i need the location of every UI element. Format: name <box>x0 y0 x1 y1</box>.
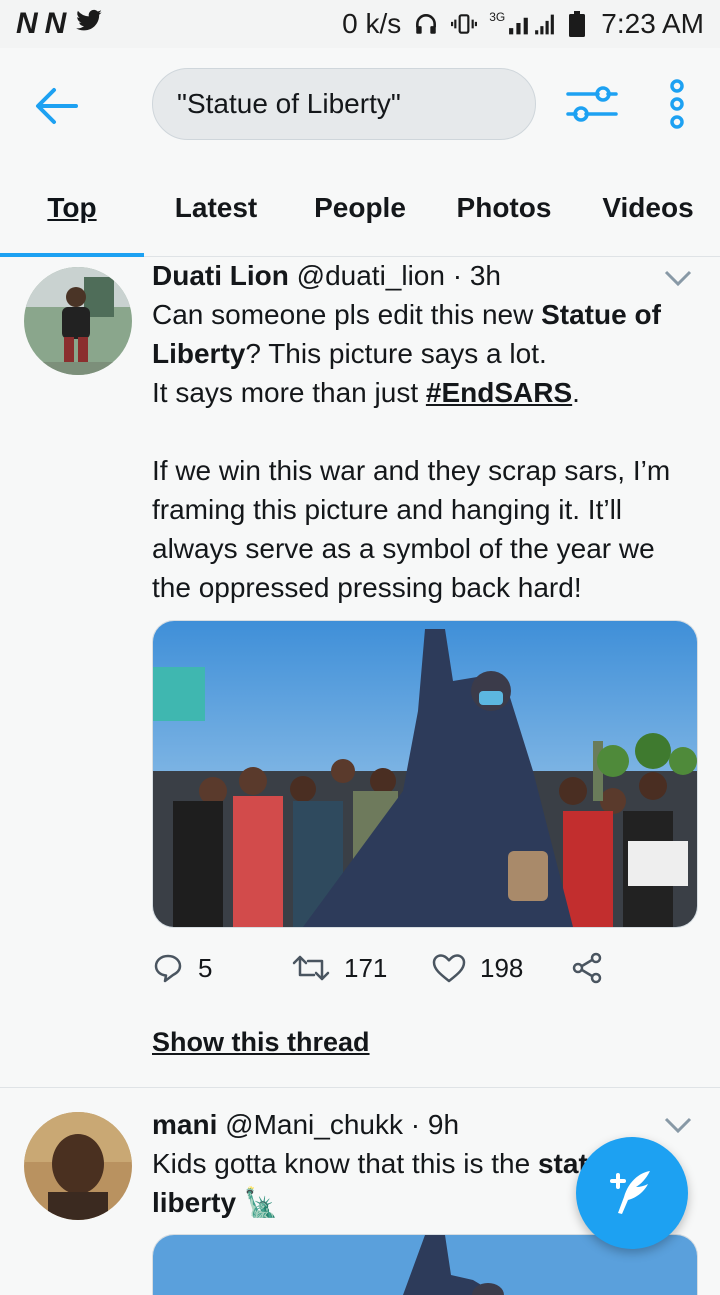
retweet-button[interactable]: 171 <box>292 953 432 984</box>
chevron-down-icon[interactable] <box>664 269 692 287</box>
app-notification-icon: N <box>44 7 67 40</box>
hashtag-link[interactable]: #EndSARS <box>426 377 572 408</box>
notification-icons: N N <box>16 7 105 41</box>
app-notification-icon: N <box>16 7 38 40</box>
tweet[interactable]: Duati Lion @duati_lion · 3h Can someone … <box>0 257 720 1087</box>
clock: 7:23 AM <box>601 8 704 39</box>
avatar[interactable] <box>24 267 132 375</box>
statue-of-liberty-emoji: 🗽 <box>243 1187 279 1218</box>
tweet-text-segment: Kids gotta know that this is the <box>152 1148 538 1179</box>
battery-icon <box>569 11 586 37</box>
tweet-header: mani @Mani_chukk · 9h <box>152 1106 696 1144</box>
tweet-text-segment: ? This picture says a lot. <box>245 338 547 369</box>
heart-icon <box>432 954 466 983</box>
chevron-down-icon[interactable] <box>664 1116 692 1134</box>
network-speed: 0 k/s <box>342 8 402 39</box>
author-handle[interactable]: @duati_lion <box>297 260 445 291</box>
share-icon <box>572 952 602 984</box>
tweet-text-segment: . <box>572 377 580 408</box>
tweet-text-segment: It says more than just <box>152 377 426 408</box>
protest-photo <box>153 621 697 927</box>
share-button[interactable] <box>572 952 604 984</box>
like-count: 198 <box>480 952 524 983</box>
tab-people[interactable]: People <box>288 160 432 256</box>
tweet-actions: 5 171 198 <box>152 943 652 993</box>
retweet-icon <box>292 955 330 981</box>
reply-count: 5 <box>198 952 213 983</box>
vibrate-icon <box>451 14 478 34</box>
avatar-photo <box>24 267 132 375</box>
tweet-text-segment: Can someone pls edit this new <box>152 299 542 330</box>
tab-latest[interactable]: Latest <box>144 160 288 256</box>
show-thread-link[interactable]: Show this thread <box>152 1027 370 1058</box>
tab-photos[interactable]: Photos <box>432 160 576 256</box>
tweet-time: · 3h <box>452 260 501 291</box>
reply-icon <box>154 954 182 983</box>
headphones-icon <box>416 14 437 34</box>
system-status: 0 k/s 3G 7:23 AM <box>342 8 704 40</box>
like-button[interactable]: 198 <box>432 953 572 984</box>
signal-icon: 3G <box>489 11 557 37</box>
tweet-text: Can someone pls edit this new Statue of … <box>152 295 696 607</box>
back-arrow-icon[interactable] <box>32 84 80 128</box>
compose-tweet-button[interactable] <box>576 1137 688 1249</box>
search-filter-icon[interactable] <box>566 82 618 126</box>
tweet-text-segment: If we win this war and they scrap sars, … <box>152 455 671 603</box>
more-options-icon[interactable] <box>660 78 694 130</box>
tweet-time: · 9h <box>410 1109 460 1140</box>
avatar[interactable] <box>24 1112 132 1220</box>
tab-top[interactable]: Top <box>0 160 144 256</box>
avatar-photo <box>24 1112 132 1220</box>
tab-videos[interactable]: Videos <box>576 160 720 256</box>
tweet-content: Duati Lion @duati_lion · 3h Can someone … <box>152 257 696 607</box>
twitter-bird-icon <box>76 9 103 31</box>
compose-feather-icon <box>610 1171 650 1214</box>
reply-button[interactable]: 5 <box>152 952 292 984</box>
tweet-photo[interactable] <box>152 620 698 928</box>
retweet-count: 171 <box>344 952 388 983</box>
status-bar: N N 0 k/s 3G 7:23 AM <box>0 0 720 48</box>
search-app-bar: "Statue of Liberty" <box>0 48 720 160</box>
search-tabs: Top Latest People Photos Videos <box>0 160 720 258</box>
author-handle[interactable]: @Mani_chukk <box>225 1109 403 1140</box>
author-name[interactable]: mani <box>152 1109 217 1140</box>
search-match: liberty <box>152 1187 237 1218</box>
author-name[interactable]: Duati Lion <box>152 260 289 291</box>
search-input[interactable]: "Statue of Liberty" <box>152 68 536 140</box>
tweet-header: Duati Lion @duati_lion · 3h <box>152 257 696 295</box>
